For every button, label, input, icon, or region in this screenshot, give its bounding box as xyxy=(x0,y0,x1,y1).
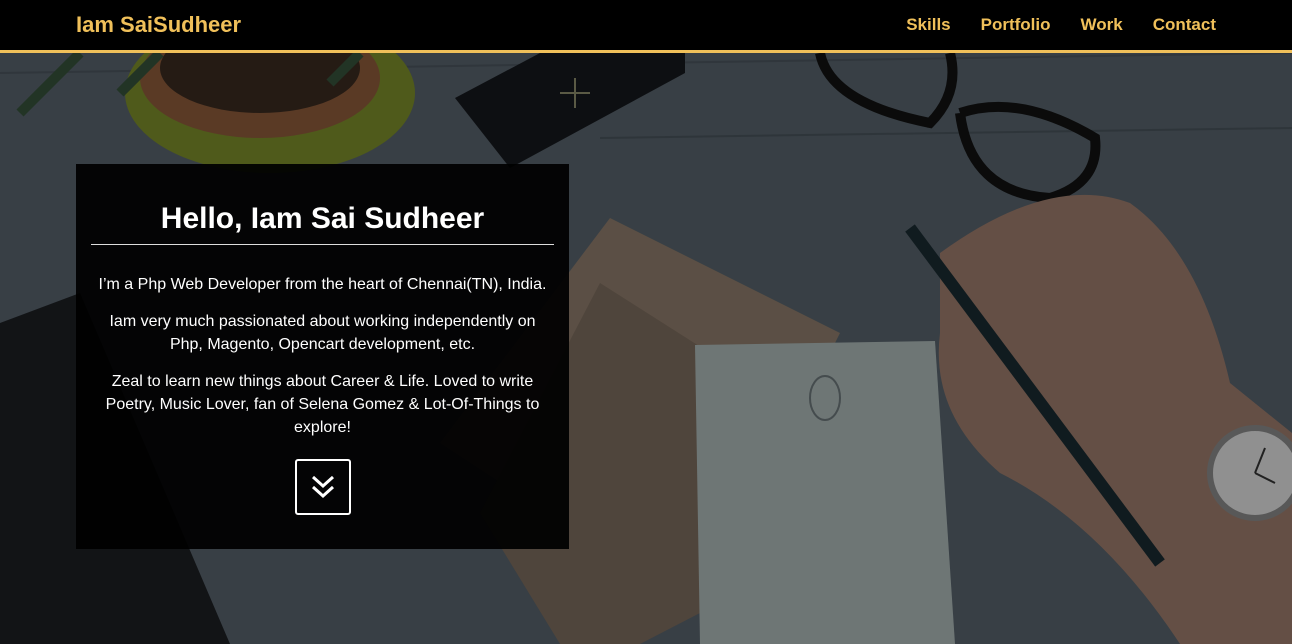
brand-link[interactable]: Iam SaiSudheer xyxy=(76,12,241,38)
intro-title: Hello, Iam Sai Sudheer xyxy=(91,202,554,245)
intro-paragraph-3: Zeal to learn new things about Career & … xyxy=(105,373,540,436)
intro-paragraph-2: Iam very much passionated about working … xyxy=(109,313,536,353)
nav-link-portfolio[interactable]: Portfolio xyxy=(981,15,1051,35)
navbar: Iam SaiSudheer Skills Portfolio Work Con… xyxy=(0,0,1292,53)
intro-panel: Hello, Iam Sai Sudheer I’m a Php Web Dev… xyxy=(76,164,569,549)
nav-link-skills[interactable]: Skills xyxy=(906,15,950,35)
nav-link-work[interactable]: Work xyxy=(1081,15,1123,35)
nav-link-contact[interactable]: Contact xyxy=(1153,15,1216,35)
intro-paragraph-1: I’m a Php Web Developer from the heart o… xyxy=(98,276,547,293)
double-chevron-down-icon xyxy=(311,475,334,499)
scroll-down-button[interactable] xyxy=(294,459,351,515)
nav-links: Skills Portfolio Work Contact xyxy=(906,15,1216,35)
